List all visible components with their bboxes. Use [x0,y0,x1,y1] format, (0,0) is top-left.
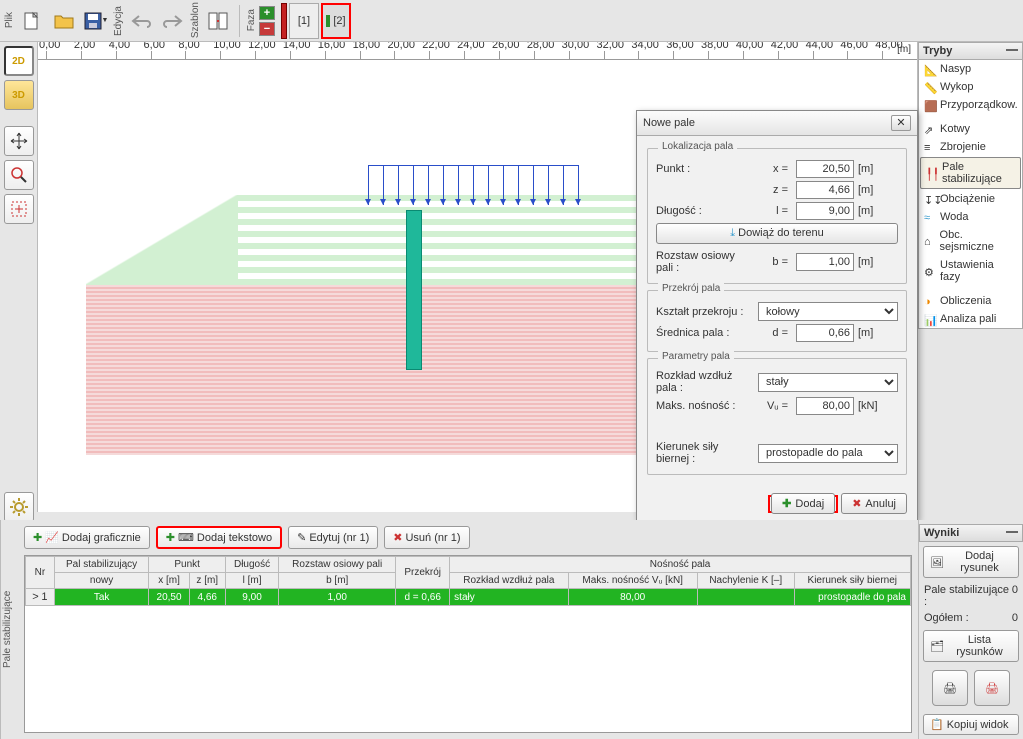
menu-edycja-label: Edycja [113,2,124,40]
vu-input[interactable] [796,397,854,415]
minimize-icon[interactable] [1006,49,1018,53]
d-input[interactable] [796,324,854,342]
mode-wykop[interactable]: 📏Wykop [919,78,1022,96]
redo-button[interactable] [158,6,188,36]
phase-remove-button[interactable]: − [259,22,275,36]
mode-obciazenie[interactable]: ↧↧Obciążenie [919,190,1022,208]
ruler-top: 0,002,004,006,008,0010,0012,0014,0016,00… [38,42,917,60]
mode-sejsmiczne[interactable]: ⌂Obc. sejsmiczne [919,226,1022,256]
ruler-unit: [m] [897,44,911,55]
print-bw-button[interactable]: 🖨 [932,670,968,706]
zoom-tool-button[interactable] [4,160,34,190]
menu-szablon-label: Szablon [190,0,201,43]
kopiuj-widok-button[interactable]: 📋 Kopiuj widok [923,714,1019,735]
lista-rysunkow-button[interactable]: 🗂 Lista rysunków [923,630,1019,662]
close-icon[interactable]: ✕ [891,115,911,131]
mode-ustawienia-fazy[interactable]: ⚙Ustawienia fazy [919,256,1022,286]
mode-przyporzadkow[interactable]: 🟫Przyporządkow. [919,96,1022,114]
save-button[interactable]: ▼ [81,6,111,36]
anuluj-button[interactable]: ✖Anuluj [841,493,907,514]
mode-woda[interactable]: ≈Woda [919,208,1022,226]
undo-button[interactable] [126,6,156,36]
dodaj-rysunek-button[interactable]: 🖼 Dodaj rysunek [923,546,1019,578]
dialog-title: Nowe pale [643,117,695,129]
z-input[interactable] [796,181,854,199]
dowiaz-button[interactable]: ⤓ Dowiąż do terenu [656,223,898,244]
kierunek-select[interactable]: prostopadle do pala [758,444,898,463]
results-header: Wyniki [919,524,1023,542]
mode-zbrojenie[interactable]: ≡Zbrojenie [919,138,1022,156]
dodaj-button[interactable]: ✚Dodaj [771,493,835,514]
main-toolbar: Plik ▼ Edycja Szablon Faza + − [1] [2] [0,0,1023,42]
dodaj-tekstowo-button[interactable]: ✚⌨ Dodaj tekstowo [156,526,282,549]
slope-surface [86,195,238,285]
x-input[interactable] [796,160,854,178]
template-button[interactable] [203,6,233,36]
settings-gear-button[interactable] [4,492,34,522]
bottom-panel: Pale stabilizujące ✚📈 Dodaj graficznie ✚… [0,520,1023,739]
separator [239,5,240,37]
pile-table[interactable]: Nr Pal stabilizujący Punkt Długość Rozst… [24,555,912,733]
view-3d-button[interactable]: 3D [4,80,34,110]
rozklad-select[interactable]: stały [758,373,898,392]
dodaj-graficznie-button[interactable]: ✚📈 Dodaj graficznie [24,526,150,549]
nowe-pale-dialog: Nowe pale✕ Lokalizacja pala Punkt :x =[m… [636,110,918,521]
phase-add-button[interactable]: + [259,6,275,20]
mode-pale-stabilizujace[interactable]: ╿╿Pale stabilizujące [920,157,1021,189]
menu-faza-label: Faza [246,5,257,35]
left-toolbar: 2D 3D [0,42,38,512]
phase-add-remove: + − [259,6,275,36]
distributed-load [368,165,578,210]
usun-button[interactable]: ✖ Usuń (nr 1) [384,526,469,549]
mode-analiza-pali[interactable]: 📊Analiza pali [919,310,1022,328]
modes-list: 📐Nasyp 📏Wykop 🟫Przyporządkow. ⇗Kotwy ≡Zb… [918,60,1023,329]
select-region-button[interactable] [4,194,34,224]
bottom-side-label: Pale stabilizujące [0,520,18,739]
menu-plik-label: Plik [4,8,15,32]
modes-header: Tryby [918,42,1023,60]
mode-obliczenia[interactable]: ◑Obliczenia [919,292,1022,310]
phase-1-button[interactable]: [1] [289,3,319,39]
b-input[interactable] [796,253,854,271]
right-panel: Tryby 📐Nasyp 📏Wykop 🟫Przyporządkow. ⇗Kot… [918,42,1023,512]
dialog-titlebar[interactable]: Nowe pale ✕ [637,111,917,136]
print-color-button[interactable]: 🖨 [974,670,1010,706]
edytuj-button[interactable]: ✎ Edytuj (nr 1) [288,526,378,549]
open-file-button[interactable] [49,6,79,36]
view-2d-button[interactable]: 2D [4,46,34,76]
mode-kotwy[interactable]: ⇗Kotwy [919,120,1022,138]
phase-marker [281,3,287,39]
mode-nasyp[interactable]: 📐Nasyp [919,60,1022,78]
bottom-toolbar: ✚📈 Dodaj graficznie ✚⌨ Dodaj tekstowo ✎ … [24,526,912,549]
results-panel: Wyniki 🖼 Dodaj rysunek Pale stabilizując… [918,520,1023,739]
minimize-icon[interactable] [1006,531,1018,535]
table-row[interactable]: > 1 Tak 20,50 4,66 9,00 1,00 d = 0,66 st… [26,589,911,606]
new-file-button[interactable] [17,6,47,36]
phase-2-button[interactable]: [2] [321,3,351,39]
ksztalt-select[interactable]: kołowy [758,302,898,321]
l-input[interactable] [796,202,854,220]
pile-element[interactable] [406,210,422,370]
move-tool-button[interactable] [4,126,34,156]
